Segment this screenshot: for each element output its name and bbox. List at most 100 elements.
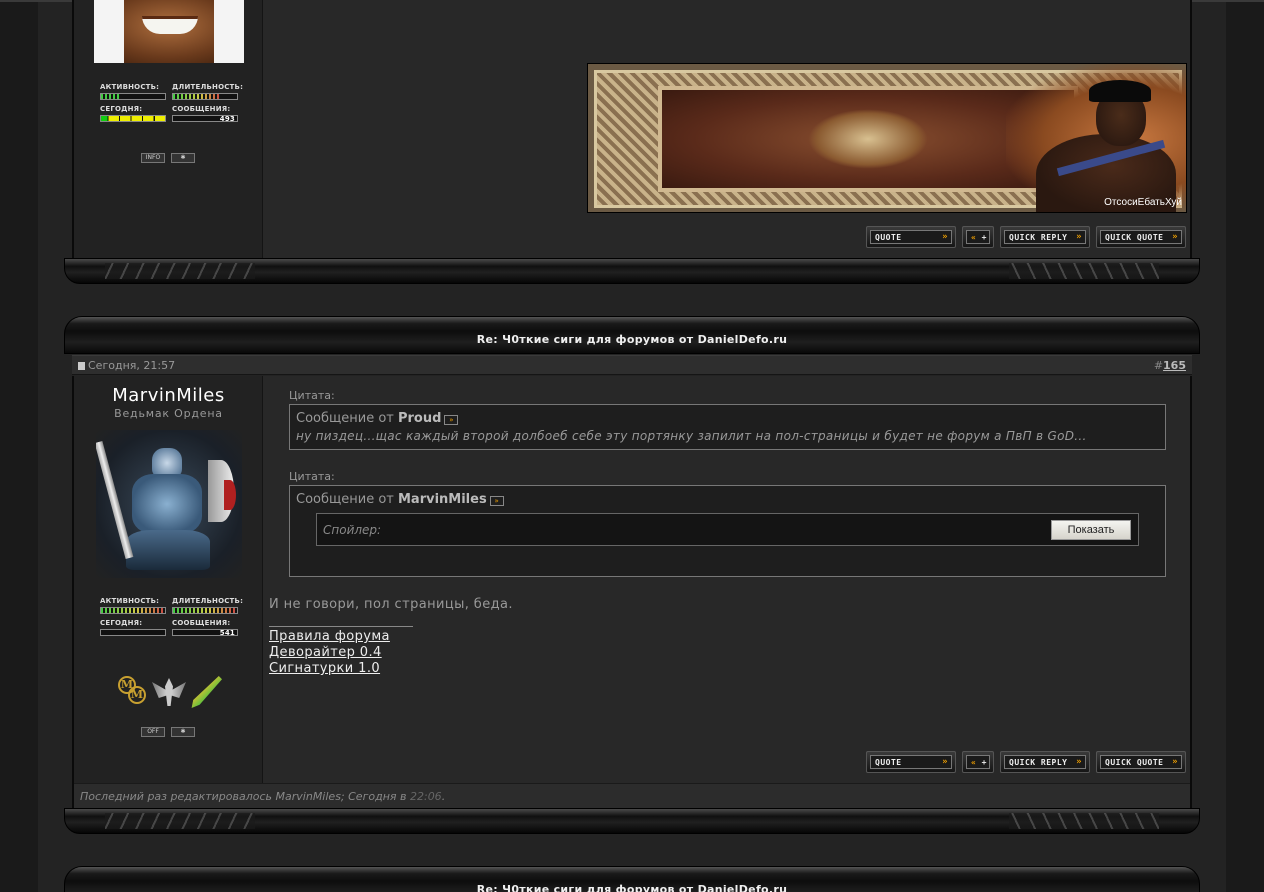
quote-author[interactable]: MarvinMiles: [398, 492, 487, 507]
quote-label: QUOTE: [875, 233, 902, 242]
info-button[interactable]: INFO: [141, 153, 165, 163]
arrow-icon: »: [1172, 232, 1178, 242]
multiquote-label: +: [981, 233, 987, 242]
edit-note-time: 22:06: [409, 790, 442, 803]
signature-image: ОтсосиЕбатьХуй: [587, 63, 1187, 213]
avatar-smile: [142, 16, 198, 34]
quick-quote-label: QUICK QUOTE: [1105, 233, 1164, 242]
multiquote-label: +: [981, 758, 987, 767]
multiquote-button[interactable]: « +: [962, 751, 994, 773]
signature-link-deforaiter[interactable]: Деворайтер 0.4: [269, 645, 382, 660]
show-spoiler-button[interactable]: Показать: [1051, 520, 1131, 540]
duration-bar: [172, 93, 238, 100]
signature-caption: ОтсосиЕбатьХуй: [1104, 197, 1182, 208]
post-date-text: Сегодня, 21:57: [88, 359, 176, 372]
award-feather-icon: [191, 676, 222, 708]
next-thread-title: Re: Ч0ткие сиги для форумов от DanielDef…: [476, 883, 788, 892]
today-bar: [100, 629, 166, 636]
award-eagle-icon: [152, 676, 186, 708]
messages-count: 541: [219, 629, 235, 637]
next-post-header-bar: Re: Ч0ткие сиги для форумов от DanielDef…: [64, 866, 1200, 892]
messages-bar: 541: [172, 629, 238, 637]
activity-stat: АКТИВНОСТЬ:: [100, 83, 166, 100]
quote-button[interactable]: QUOTE »: [866, 751, 956, 773]
messages-count: 493: [219, 115, 235, 123]
arrow-icon: »: [1172, 757, 1178, 767]
arrow-icon: »: [942, 232, 948, 242]
arrow-icon: »: [942, 757, 948, 767]
view-post-icon[interactable]: »: [489, 496, 504, 506]
quote-label: QUOTE: [875, 758, 902, 767]
quote-prefix: Сообщение от: [296, 411, 398, 426]
quote-text: ну пиздец...щас каждый второй долбоеб се…: [296, 429, 1087, 443]
man-cap: [1089, 80, 1151, 102]
post-info-bar: Сегодня, 21:57 #165: [72, 355, 1192, 375]
activity-label: АКТИВНОСТЬ:: [100, 83, 160, 91]
quote-header: Сообщение от MarvinMiles»: [296, 492, 504, 507]
user-title: Ведьмак Ордена: [114, 407, 223, 420]
today-bar: [100, 115, 166, 122]
quote-box: Сообщение от Proud» ну пиздец...щас кажд…: [289, 404, 1166, 450]
duration-label: ДЛИТЕЛЬНОСТЬ:: [172, 597, 244, 605]
warrior-body: [132, 474, 202, 534]
quick-reply-button[interactable]: QUICK REPLY »: [1000, 226, 1090, 248]
avatar-bg-right: [214, 0, 244, 63]
today-label: СЕГОДНЯ:: [100, 105, 143, 113]
award-mm-icon: M M: [116, 676, 148, 706]
quick-quote-label: QUICK QUOTE: [1105, 758, 1164, 767]
arrow-icon: »: [1076, 757, 1082, 767]
today-stat: СЕГОДНЯ:: [100, 619, 166, 636]
post-number: #165: [1154, 359, 1186, 372]
quick-reply-label: QUICK REPLY: [1009, 758, 1068, 767]
quote-label: Цитата:: [289, 389, 335, 402]
offline-status-button[interactable]: OFF: [141, 727, 165, 737]
duration-bar: [172, 607, 238, 614]
multiquote-button[interactable]: « +: [962, 226, 994, 248]
spoiler-label: Спойлер:: [323, 523, 382, 537]
quick-quote-button[interactable]: QUICK QUOTE »: [1096, 751, 1186, 773]
star-button[interactable]: ✱: [171, 153, 195, 163]
view-post-icon[interactable]: »: [444, 415, 459, 425]
messages-stat: СООБЩЕНИЯ: 541: [172, 619, 238, 637]
messages-label: СООБЩЕНИЯ:: [172, 619, 231, 627]
post-number-prefix: #: [1153, 359, 1164, 372]
edit-note-suffix: .: [441, 790, 446, 803]
arrow-left-icon: «: [971, 758, 977, 767]
duration-stat: ДЛИТЕЛЬНОСТЬ:: [172, 597, 244, 614]
signature-link-rules[interactable]: Правила форума: [269, 629, 390, 644]
quick-quote-button[interactable]: QUICK QUOTE »: [1096, 226, 1186, 248]
today-label: СЕГОДНЯ:: [100, 619, 143, 627]
spoiler-box: Спойлер: Показать: [316, 513, 1139, 546]
duration-stat: ДЛИТЕЛЬНОСТЬ:: [172, 83, 243, 100]
quick-reply-label: QUICK REPLY: [1009, 233, 1068, 242]
messages-label: СООБЩЕНИЯ:: [172, 105, 231, 113]
signature-link-signatures[interactable]: Сигнатурки 1.0: [269, 661, 380, 676]
quote-header: Сообщение от Proud»: [296, 411, 459, 426]
post-header-bar: Re: Ч0ткие сиги для форумов от DanielDef…: [64, 316, 1200, 354]
username[interactable]: MarvinMiles: [74, 385, 263, 406]
quick-reply-button[interactable]: QUICK REPLY »: [1000, 751, 1090, 773]
activity-bar: [100, 607, 166, 614]
post-165: MarvinMiles Ведьмак Ордена АКТИВНОСТЬ: Д…: [72, 376, 1192, 810]
post-content: Цитата: Сообщение от Proud» ну пиздец...…: [263, 376, 1190, 783]
quote-author[interactable]: Proud: [398, 411, 441, 426]
sword: [96, 441, 134, 559]
activity-stat: АКТИВНОСТЬ:: [100, 597, 166, 614]
post-number-link[interactable]: 165: [1163, 359, 1186, 372]
document-icon: [78, 362, 85, 370]
quote-button[interactable]: QUOTE »: [866, 226, 956, 248]
messages-stat: СООБЩЕНИЯ: 493: [172, 105, 238, 123]
post-footer-bar: [64, 808, 1200, 834]
post-date: Сегодня, 21:57: [78, 359, 175, 372]
star-button[interactable]: ✱: [171, 727, 195, 737]
quote-label: Цитата:: [289, 470, 335, 483]
avatar[interactable]: [96, 430, 242, 578]
previous-post: АКТИВНОСТЬ: ДЛИТЕЛЬНОСТЬ: СЕГОДНЯ: СООБЩ…: [72, 0, 1192, 258]
arrow-icon: »: [1076, 232, 1082, 242]
previous-post-content: ОтсосиЕбатьХуй QUOTE » « + QUICK REPLY » Q…: [263, 0, 1190, 258]
activity-bar: [100, 93, 166, 100]
edit-note: Последний раз редактировалось MarvinMile…: [80, 790, 445, 803]
thread-title: Re: Ч0ткие сиги для форумов от DanielDef…: [476, 333, 788, 346]
warrior-legs: [126, 530, 210, 570]
avatar[interactable]: [94, 0, 244, 63]
